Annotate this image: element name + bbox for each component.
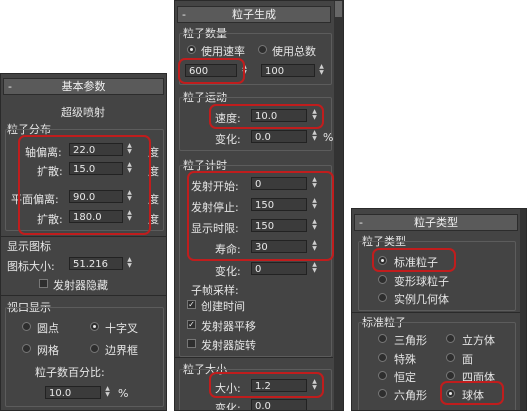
mesh-radio[interactable] (22, 344, 31, 353)
total-spinner[interactable]: ▲ ▼ (318, 64, 325, 77)
variation-spinner[interactable]: ▲ ▼ (311, 130, 318, 143)
special-radio[interactable] (378, 353, 387, 362)
emitter-translation-label: 发射器平移 (201, 320, 256, 333)
highlight-box (18, 135, 151, 235)
variation-label: 变化: (215, 402, 241, 411)
emitter-rotation-label: 发射器旋转 (201, 339, 256, 352)
display-icon-label: 显示图标 (7, 240, 51, 253)
particle-type-panel: - 粒子类型 粒子类型 标准粒子 变形球粒子 实例几何体 标准粒子 三角形 立方… (351, 208, 527, 411)
divider (352, 312, 520, 313)
mesh-label: 网格 (37, 344, 59, 357)
divider (175, 357, 333, 358)
dots-radio[interactable] (22, 322, 31, 331)
emitter-hidden-label: 发射器隐藏 (53, 279, 108, 292)
rollout-title: 粒子类型 (414, 216, 458, 229)
divider (1, 236, 166, 237)
particle-generation-panel: - 粒子生成 粒子数量 使用速率 使用总数 600 ▲ ▼ 100 ▲ ▼ 粒子运动… (174, 0, 344, 411)
instanced-geometry-label: 实例几何体 (394, 293, 449, 306)
divider (1, 295, 166, 296)
particle-type-rollout-header[interactable]: - 粒子类型 (354, 214, 518, 231)
bbox-label: 边界框 (105, 344, 138, 357)
total-field[interactable]: 100 (261, 64, 315, 77)
cube-label: 立方体 (462, 334, 495, 347)
sixpoint-radio[interactable] (378, 389, 387, 398)
facing-radio[interactable] (446, 353, 455, 362)
emitter-translation-checkbox[interactable]: ✓ (187, 320, 196, 329)
use-rate-radio[interactable] (187, 45, 196, 54)
subframe-label: 子帧采样: (191, 284, 239, 297)
rollout-title: 粒子生成 (232, 8, 276, 21)
highlight-box (209, 104, 324, 129)
percentage-spinner[interactable]: ▲ ▼ (104, 386, 111, 399)
use-total-label: 使用总数 (272, 45, 316, 58)
scrollbar[interactable] (334, 1, 343, 410)
tetra-radio[interactable] (446, 371, 455, 380)
icon-size-field[interactable]: 51.216 (69, 257, 123, 270)
emitter-hidden-checkbox[interactable] (39, 279, 48, 288)
percent-unit: % (118, 387, 129, 400)
icon-size-label: 图标大小: (7, 260, 55, 273)
icon-size-spinner[interactable]: ▲ ▼ (126, 257, 133, 270)
collapse-icon: - (359, 216, 363, 229)
metaball-particles-radio[interactable] (378, 275, 387, 284)
scrollbar-thumb[interactable] (335, 1, 342, 17)
life-variation-spinner[interactable]: ▲ ▼ (311, 262, 318, 275)
variation-label: 变化: (215, 133, 241, 146)
highlight-box (178, 58, 245, 84)
basic-parameters-panel: - 基本参数 超级喷射 粒子分布 轴偏离: 22.0 ▲ ▼ 度 扩散: 15.0… (0, 73, 167, 411)
percentage-label: 粒子数百分比: (35, 366, 105, 379)
metaball-particles-label: 变形球粒子 (394, 275, 449, 288)
percent-unit: % (323, 131, 334, 144)
emitter-rotation-checkbox[interactable] (187, 339, 196, 348)
ticks-label: 十字叉 (105, 322, 138, 335)
particle-generation-rollout-header[interactable]: - 粒子生成 (177, 6, 331, 23)
constant-radio[interactable] (378, 371, 387, 380)
variation-label: 变化: (215, 265, 241, 278)
constant-label: 恒定 (394, 371, 416, 384)
collapse-icon: - (8, 80, 12, 93)
use-rate-label: 使用速率 (201, 45, 245, 58)
rollout-title: 基本参数 (61, 80, 106, 93)
facing-label: 面 (462, 353, 473, 366)
dots-label: 圆点 (37, 322, 59, 335)
highlight-box (187, 171, 334, 261)
highlight-box (440, 381, 504, 405)
highlight-box (372, 248, 456, 272)
basic-parameters-rollout-header[interactable]: - 基本参数 (3, 78, 164, 95)
special-label: 特殊 (394, 353, 416, 366)
highlight-box (209, 372, 324, 398)
object-type-label: 超级喷射 (61, 106, 105, 119)
scrollbar[interactable] (520, 209, 526, 410)
sixpoint-label: 六角形 (394, 389, 427, 402)
triangle-radio[interactable] (378, 334, 387, 343)
size-variation-field[interactable]: 0.0 (251, 399, 307, 410)
creation-time-label: 创建时间 (201, 300, 245, 313)
instanced-geometry-radio[interactable] (378, 293, 387, 302)
triangle-label: 三角形 (394, 334, 427, 347)
cube-radio[interactable] (446, 334, 455, 343)
bbox-radio[interactable] (90, 344, 99, 353)
ticks-radio[interactable] (90, 322, 99, 331)
collapse-icon: - (182, 8, 186, 21)
percentage-field[interactable]: 10.0 (45, 386, 101, 399)
variation-field[interactable]: 0.0 (251, 130, 307, 143)
life-variation-field[interactable]: 0 (251, 262, 307, 275)
creation-time-checkbox[interactable]: ✓ (187, 300, 196, 309)
use-total-radio[interactable] (258, 45, 267, 54)
